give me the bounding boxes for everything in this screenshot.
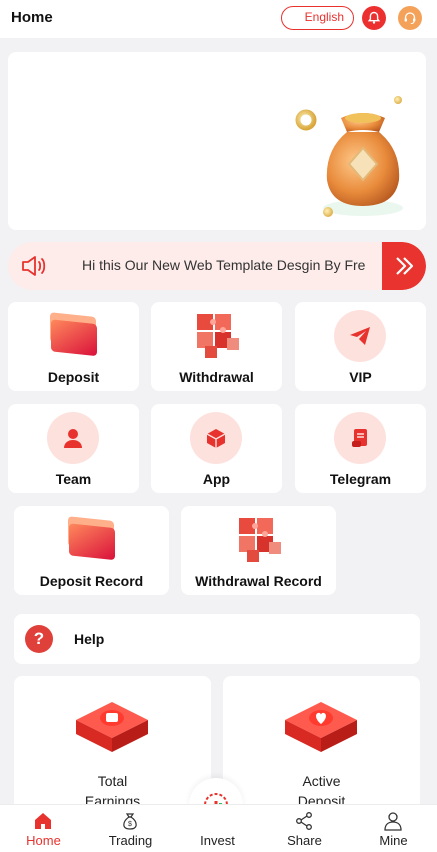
double-chevron-right-icon bbox=[396, 257, 414, 275]
vip-icon-circle bbox=[334, 310, 386, 362]
nav-invest[interactable]: Invest bbox=[174, 805, 261, 852]
nav-trading-label: Trading bbox=[108, 833, 153, 848]
help-label: Help bbox=[74, 631, 105, 647]
announcement-text: Hi this Our New Web Template Desgin By F… bbox=[82, 257, 366, 273]
nav-share-label: Share bbox=[287, 833, 322, 848]
withdrawal-record-label: Withdrawal Record bbox=[195, 573, 322, 589]
money-bag-illustration bbox=[295, 96, 403, 217]
app-tile[interactable]: App bbox=[151, 404, 282, 493]
heart-platform-icon bbox=[285, 702, 357, 752]
deposit-record-tile[interactable]: Deposit Record bbox=[14, 506, 169, 595]
speaker-icon bbox=[22, 256, 46, 276]
home-icon bbox=[35, 813, 51, 829]
nav-mine[interactable]: Mine bbox=[350, 805, 437, 852]
nav-trading[interactable]: $ Trading bbox=[87, 805, 174, 852]
deposit-tile[interactable]: Deposit bbox=[8, 302, 139, 391]
wallet-platform-icon bbox=[76, 702, 148, 752]
total-earnings-label-line1: Total bbox=[97, 773, 128, 789]
scroll-icon bbox=[352, 429, 367, 447]
person-icon bbox=[64, 429, 82, 448]
cube-icon bbox=[206, 429, 226, 448]
telegram-tile[interactable]: Telegram bbox=[295, 404, 426, 493]
nav-share[interactable]: Share bbox=[261, 805, 348, 852]
user-icon bbox=[384, 812, 402, 831]
app-label: App bbox=[202, 471, 231, 487]
active-deposit-label-line1: Active bbox=[302, 773, 341, 789]
support-button[interactable] bbox=[398, 6, 422, 30]
card-stack-icon bbox=[50, 312, 97, 356]
announcement-bar[interactable]: Hi this Our New Web Template Desgin By F… bbox=[8, 242, 426, 290]
telegram-label: Telegram bbox=[329, 471, 392, 487]
withdrawal-label: Withdrawal bbox=[179, 369, 254, 385]
notification-button[interactable] bbox=[362, 6, 386, 30]
withdrawal-tile[interactable]: Withdrawal bbox=[151, 302, 282, 391]
vip-label: VIP bbox=[349, 369, 372, 385]
headset-icon bbox=[404, 12, 416, 25]
total-earnings-card[interactable]: Total Earnings bbox=[14, 676, 211, 816]
question-icon: ? bbox=[25, 625, 53, 653]
nav-invest-label: Invest bbox=[200, 833, 235, 848]
vip-tile[interactable]: VIP bbox=[295, 302, 426, 391]
page-title: Home bbox=[11, 9, 53, 26]
puzzle-blocks-icon bbox=[239, 518, 281, 562]
bottom-navigation: Home $ Trading Invest Share Mine bbox=[0, 804, 437, 852]
deposit-label: Deposit bbox=[47, 369, 100, 385]
card-stack-icon bbox=[68, 516, 115, 560]
team-icon-circle bbox=[47, 412, 99, 464]
promo-banner[interactable] bbox=[8, 52, 426, 230]
app-icon-circle bbox=[190, 412, 242, 464]
share-icon bbox=[296, 812, 312, 830]
announcement-more-button[interactable] bbox=[382, 242, 426, 290]
paper-plane-icon bbox=[350, 327, 370, 345]
top-bar: Home English bbox=[0, 0, 437, 38]
nav-home-label: Home bbox=[26, 833, 61, 848]
nav-home[interactable]: Home bbox=[0, 805, 87, 852]
money-bag-icon: $ bbox=[123, 813, 137, 830]
svg-text:$: $ bbox=[128, 821, 132, 828]
deposit-record-label: Deposit Record bbox=[39, 573, 144, 589]
withdrawal-record-tile[interactable]: Withdrawal Record bbox=[181, 506, 336, 595]
active-deposit-card[interactable]: Active Deposit bbox=[223, 676, 420, 816]
team-label: Team bbox=[55, 471, 92, 487]
bell-icon bbox=[367, 11, 381, 24]
puzzle-blocks-icon bbox=[197, 314, 239, 358]
help-row[interactable]: ? Help bbox=[14, 614, 420, 664]
language-button[interactable]: English bbox=[281, 6, 354, 30]
telegram-icon-circle bbox=[334, 412, 386, 464]
team-tile[interactable]: Team bbox=[8, 404, 139, 493]
nav-mine-label: Mine bbox=[379, 833, 408, 848]
